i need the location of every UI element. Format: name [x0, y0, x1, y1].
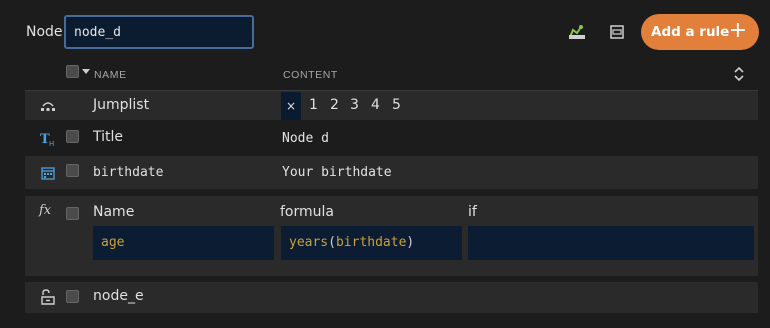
add-rule-label: Add a rule	[651, 24, 730, 40]
text-type-icon: T H	[39, 130, 57, 148]
node-label: Node	[26, 24, 63, 40]
add-rule-button[interactable]: Add a rule +	[641, 14, 759, 50]
table-row-link: node_e	[25, 282, 758, 313]
jumplist-page-2[interactable]: 2	[330, 97, 339, 113]
table-row-formula: fx Name formula if age years(birthdate)	[25, 196, 758, 276]
formula-expression-input[interactable]: years(birthdate)	[281, 226, 462, 260]
svg-text:H: H	[49, 140, 54, 147]
function-icon: fx	[39, 203, 52, 218]
jumplist-page-3[interactable]: 3	[350, 97, 359, 113]
row-checkbox[interactable]	[66, 290, 79, 303]
sort-icon[interactable]	[733, 66, 745, 82]
formula-open-paren: (	[328, 235, 336, 250]
row-checkbox[interactable]	[66, 207, 79, 220]
graph-icon[interactable]	[566, 21, 588, 43]
formula-argument: birthdate	[335, 235, 407, 250]
caret-down-icon[interactable]	[82, 69, 90, 75]
formula-close-paren: )	[406, 235, 415, 250]
formula-if-input[interactable]	[468, 226, 754, 260]
row-title: birthdate	[93, 165, 164, 180]
calendar-icon	[39, 164, 57, 182]
row-checkbox[interactable]	[66, 164, 79, 177]
select-all-checkbox[interactable]	[66, 65, 79, 78]
formula-name-input[interactable]: age	[93, 226, 274, 260]
jumplist-page-5[interactable]: 5	[392, 97, 401, 113]
node-name-input[interactable]	[64, 15, 254, 49]
column-header-content[interactable]: CONTENT	[283, 69, 338, 81]
plus-icon: +	[728, 18, 747, 43]
row-checkbox[interactable]	[66, 130, 79, 143]
link-icon	[39, 288, 57, 306]
row-content[interactable]: Node d	[282, 131, 329, 146]
formula-formula-header: formula	[280, 204, 334, 220]
formula-function: years	[289, 235, 329, 250]
table-row-birthdate: birthdate Your birthdate	[25, 156, 758, 189]
column-header-name[interactable]: NAME	[94, 69, 127, 81]
row-title[interactable]: node_e	[93, 288, 144, 304]
jumplist-page-1[interactable]: 1	[309, 97, 318, 113]
jumplist-icon	[39, 97, 57, 115]
table-row-title: T H Title Node d	[25, 122, 758, 153]
formula-if-header: if	[468, 204, 477, 220]
formula-name-header: Name	[93, 204, 135, 220]
row-title: Title	[93, 129, 124, 145]
row-title: Jumplist	[93, 97, 150, 113]
row-content[interactable]: Your birthdate	[282, 165, 392, 180]
jumplist-page-4[interactable]: 4	[371, 97, 380, 113]
formula-name-value: age	[101, 235, 125, 250]
preview-icon[interactable]	[606, 21, 628, 43]
jumplist-clear-button[interactable]: ×	[281, 92, 301, 120]
table-row-jumplist: Jumplist × 1 2 3 4 5	[25, 90, 758, 120]
